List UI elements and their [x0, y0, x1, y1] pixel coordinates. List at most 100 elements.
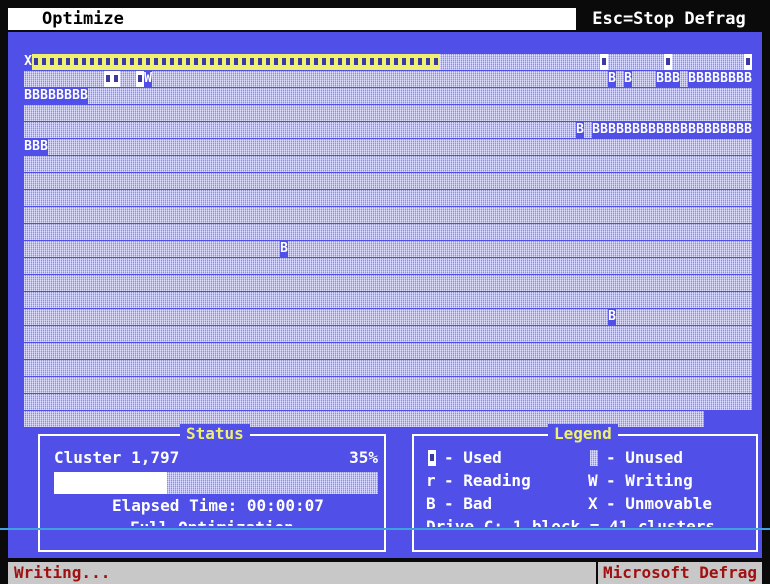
unused-block	[384, 207, 392, 223]
unused-block	[96, 122, 104, 138]
unused-block	[744, 326, 752, 342]
unused-block	[544, 54, 552, 70]
unused-block	[696, 394, 704, 410]
unused-block	[712, 105, 720, 121]
unused-block	[728, 54, 736, 70]
unused-block	[688, 156, 696, 172]
unused-block	[648, 343, 656, 359]
stop-defrag-hint[interactable]: Esc=Stop Defrag	[576, 8, 762, 30]
unused-block	[24, 258, 32, 274]
unused-block	[528, 54, 536, 70]
unused-block	[408, 343, 416, 359]
unused-block	[240, 241, 248, 257]
unused-block	[536, 258, 544, 274]
unused-block	[568, 309, 576, 325]
unused-block	[496, 411, 504, 427]
unused-block	[96, 105, 104, 121]
unused-block	[32, 224, 40, 240]
used-block	[184, 54, 192, 70]
unused-block	[416, 224, 424, 240]
unused-block	[608, 326, 616, 342]
unused-block	[184, 343, 192, 359]
unused-block	[120, 207, 128, 223]
unused-block	[304, 275, 312, 291]
unused-block	[424, 309, 432, 325]
menu-optimize[interactable]: Optimize	[42, 8, 124, 30]
unused-block	[152, 173, 160, 189]
unused-block	[264, 394, 272, 410]
unused-block	[496, 71, 504, 87]
unused-block	[552, 105, 560, 121]
unused-block	[344, 105, 352, 121]
unused-block	[248, 224, 256, 240]
unused-block	[584, 88, 592, 104]
unused-block	[568, 54, 576, 70]
unused-block	[184, 105, 192, 121]
unused-block	[640, 394, 648, 410]
unused-block	[344, 258, 352, 274]
unused-block	[408, 411, 416, 427]
unused-block	[632, 343, 640, 359]
used-block	[136, 54, 144, 70]
unused-block	[416, 122, 424, 138]
unused-block	[120, 292, 128, 308]
unused-block	[80, 360, 88, 376]
unused-block	[592, 173, 600, 189]
unused-block	[352, 105, 360, 121]
unused-block	[376, 139, 384, 155]
unused-block	[88, 207, 96, 223]
unused-block	[408, 258, 416, 274]
unused-block	[376, 241, 384, 257]
unused-block	[728, 190, 736, 206]
unused-block	[544, 275, 552, 291]
unused-block	[600, 207, 608, 223]
unused-block	[392, 139, 400, 155]
unused-block	[504, 224, 512, 240]
unused-block	[416, 88, 424, 104]
unused-block	[336, 156, 344, 172]
unused-block	[336, 309, 344, 325]
unused-block	[24, 71, 32, 87]
unused-block	[72, 241, 80, 257]
bad-block: B	[704, 71, 712, 86]
unused-block	[528, 309, 536, 325]
unused-block	[112, 309, 120, 325]
unused-block	[456, 207, 464, 223]
unused-block	[248, 173, 256, 189]
unused-block	[560, 309, 568, 325]
unused-block	[376, 360, 384, 376]
unused-block	[392, 88, 400, 104]
unused-block	[560, 207, 568, 223]
bad-block: B	[624, 122, 632, 137]
unused-block	[360, 139, 368, 155]
unused-block	[328, 156, 336, 172]
unused-block	[704, 360, 712, 376]
unused-block	[176, 122, 184, 138]
unused-block	[288, 88, 296, 104]
unused-block	[232, 71, 240, 87]
unused-block	[224, 343, 232, 359]
status-message: Writing...	[8, 562, 596, 584]
unused-block	[688, 105, 696, 121]
unused-block	[496, 292, 504, 308]
unused-block	[56, 360, 64, 376]
unused-block	[432, 258, 440, 274]
unused-block	[392, 71, 400, 87]
unused-block	[304, 224, 312, 240]
unused-block	[240, 326, 248, 342]
unused-block	[232, 360, 240, 376]
unused-block	[416, 190, 424, 206]
unused-block	[656, 309, 664, 325]
unused-block	[232, 122, 240, 138]
unused-block	[728, 360, 736, 376]
unused-block	[640, 377, 648, 393]
unused-block	[184, 173, 192, 189]
unused-block	[144, 292, 152, 308]
unused-block	[360, 343, 368, 359]
unused-block	[432, 139, 440, 155]
unused-block	[512, 411, 520, 427]
unused-block	[256, 207, 264, 223]
unused-block	[208, 122, 216, 138]
unused-block	[112, 156, 120, 172]
unused-block	[440, 156, 448, 172]
